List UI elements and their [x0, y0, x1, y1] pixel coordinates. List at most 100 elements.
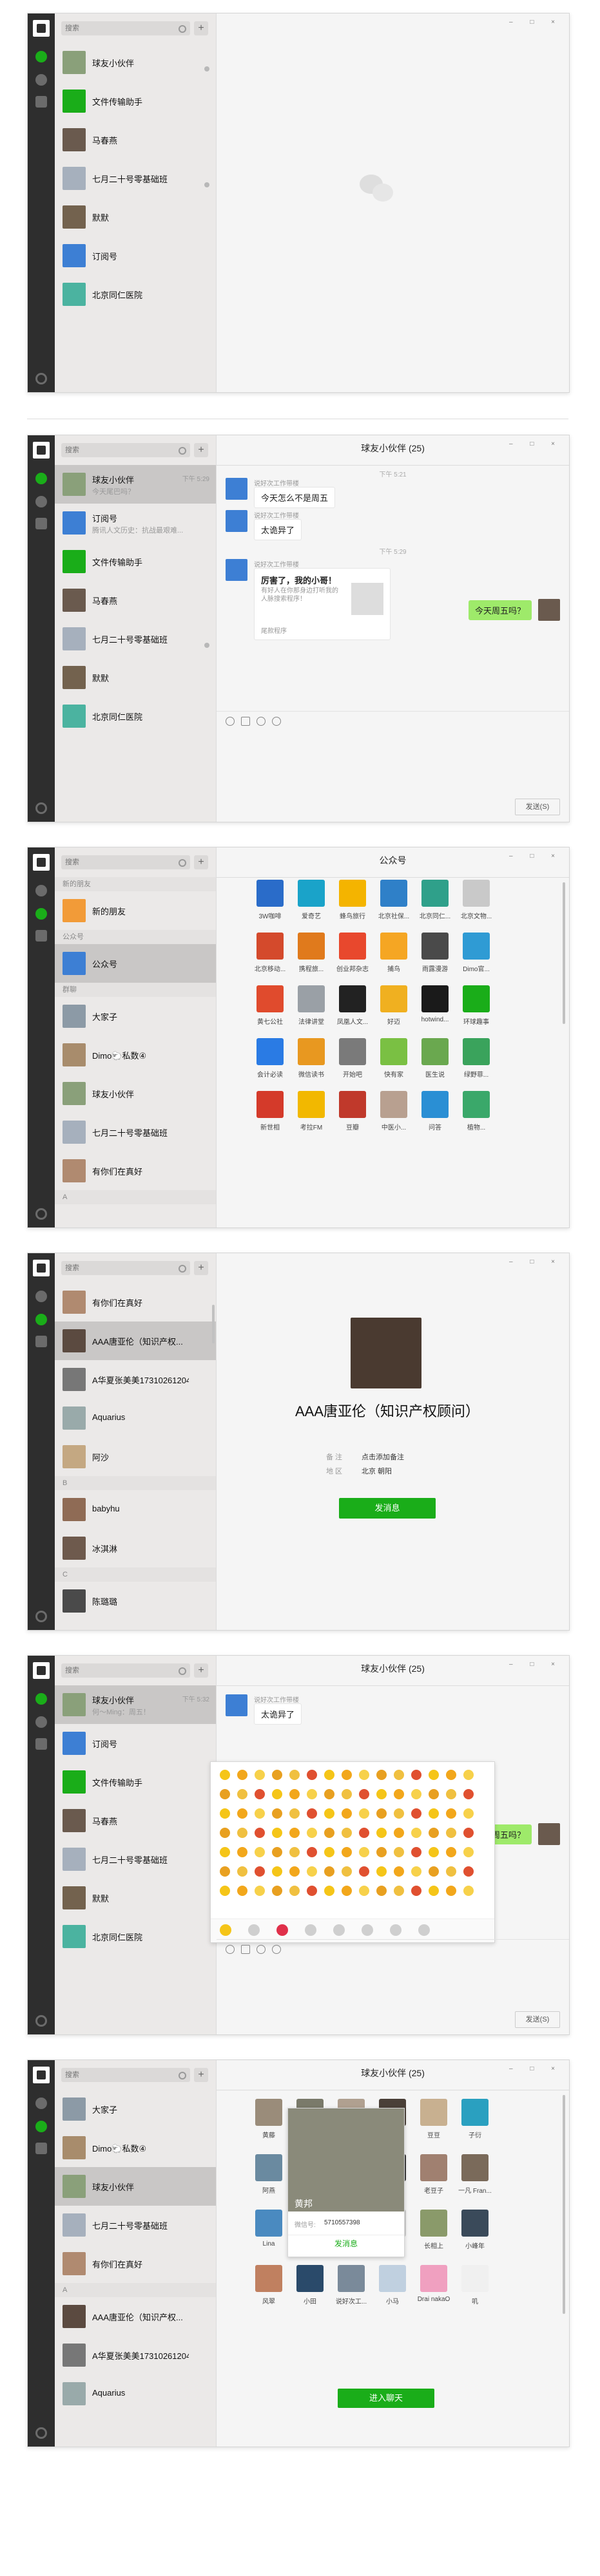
list-item[interactable]: 马春燕 [55, 1801, 216, 1840]
emoji-icon[interactable] [446, 1770, 456, 1780]
my-message-bubble[interactable]: 今天周五吗？ [468, 600, 532, 620]
emoji-tab-icon[interactable] [390, 1924, 402, 1936]
emoji-tab-icon[interactable] [333, 1924, 345, 1936]
emoji-icon[interactable] [429, 1886, 439, 1896]
list-item[interactable]: 大家子 [55, 2090, 216, 2128]
list-item[interactable]: Aquarius [55, 2374, 216, 2413]
emoji-icon[interactable] [272, 1789, 282, 1799]
account-item[interactable]: 植物... [456, 1091, 495, 1142]
emoji-icon[interactable] [289, 1886, 300, 1896]
favorites-icon[interactable] [35, 96, 47, 108]
account-item[interactable]: 黄七公社 [250, 985, 289, 1037]
emoji-icon[interactable] [289, 1847, 300, 1857]
emoji-icon[interactable] [463, 1866, 474, 1877]
message-bubble[interactable]: 太诡异了 [254, 1703, 302, 1725]
emoji-icon[interactable] [376, 1886, 387, 1896]
scrollbar[interactable] [563, 882, 565, 1024]
contacts-icon[interactable] [35, 74, 47, 86]
member-item[interactable]: 老豆子 [414, 2154, 452, 2206]
account-item[interactable]: 好迈 [374, 985, 412, 1037]
emoji-icon[interactable] [376, 1866, 387, 1877]
member-item[interactable]: 风翠 [249, 2265, 287, 2316]
settings-icon[interactable] [35, 2015, 47, 2027]
emoji-icon[interactable] [237, 1886, 247, 1896]
account-item[interactable]: 快有家 [374, 1038, 412, 1090]
window-controls[interactable]: – □ × [509, 440, 563, 448]
list-item[interactable]: Dimo🐑私数④ [55, 2128, 216, 2167]
emoji-icon[interactable] [307, 1770, 317, 1780]
settings-icon[interactable] [35, 1611, 47, 1622]
member-item[interactable]: 豆豆 [414, 2099, 452, 2150]
emoji-icon[interactable] [255, 1808, 265, 1819]
emoji-icon[interactable] [226, 717, 235, 726]
emoji-icon[interactable] [446, 1886, 456, 1896]
emoji-icon[interactable] [220, 1828, 230, 1838]
list-item[interactable]: 马春燕 [55, 120, 216, 159]
my-avatar[interactable] [538, 1823, 560, 1845]
favorites-icon[interactable] [35, 2143, 47, 2154]
emoji-icon[interactable] [411, 1770, 421, 1780]
list-item[interactable]: 阿沙 [55, 1437, 216, 1476]
emoji-icon[interactable] [446, 1866, 456, 1877]
account-item[interactable]: 考拉FM [291, 1091, 330, 1142]
contacts-icon[interactable] [35, 1314, 47, 1325]
account-item[interactable]: 中医小... [374, 1091, 412, 1142]
add-button[interactable]: + [194, 855, 208, 869]
emoji-icon[interactable] [289, 1828, 300, 1838]
emoji-icon[interactable] [237, 1847, 247, 1857]
account-item[interactable]: 凤凰人文... [333, 985, 371, 1037]
emoji-icon[interactable] [342, 1770, 352, 1780]
emoji-icon[interactable] [255, 1770, 265, 1780]
emoji-icon[interactable] [307, 1828, 317, 1838]
member-item[interactable]: 说好次工... [331, 2265, 370, 2316]
emoji-icon[interactable] [359, 1866, 369, 1877]
emoji-tab-icon[interactable] [248, 1924, 260, 1936]
list-item[interactable]: 订阅号 腾讯人文历史：抗战最艰难... [55, 504, 216, 542]
emoji-icon[interactable] [324, 1808, 334, 1819]
search-input[interactable] [61, 1663, 172, 1678]
account-item[interactable]: 捕鸟 [374, 933, 412, 984]
account-item[interactable]: 3W咖啡 [250, 880, 289, 931]
message-input[interactable] [217, 732, 569, 796]
list-item[interactable]: Dimo🐑私数④ [55, 1036, 216, 1074]
emoji-icon[interactable] [376, 1770, 387, 1780]
emoji-icon[interactable] [359, 1808, 369, 1819]
search-box[interactable] [61, 1261, 190, 1275]
list-item[interactable]: AAA唐亚伦（知识产权... [55, 2297, 216, 2336]
list-item[interactable]: 七月二十号零基础班 [55, 159, 216, 198]
list-item[interactable]: A华夏张美美17310261204 [55, 1360, 216, 1399]
account-item[interactable]: 北京文物... [456, 880, 495, 931]
emoji-icon[interactable] [237, 1828, 247, 1838]
account-item[interactable]: 绿野菲... [456, 1038, 495, 1090]
emoji-icon[interactable] [394, 1808, 404, 1819]
send-message-button[interactable]: 发消息 [339, 1498, 436, 1519]
emoji-icon[interactable] [463, 1770, 474, 1780]
emoji-icon[interactable] [220, 1866, 230, 1877]
add-button[interactable]: + [194, 1261, 208, 1275]
list-item[interactable]: 七月二十号零基础班 [55, 2206, 216, 2244]
emoji-icon[interactable] [394, 1847, 404, 1857]
list-item[interactable]: babyhu [55, 1490, 216, 1529]
emoji-icon[interactable] [289, 1770, 300, 1780]
window-controls[interactable]: – □ × [509, 2065, 563, 2072]
user-avatar[interactable] [33, 2067, 50, 2083]
emoji-icon[interactable] [307, 1886, 317, 1896]
contacts-icon[interactable] [35, 908, 47, 920]
list-item[interactable]: 订阅号 [55, 236, 216, 275]
member-item[interactable]: 黄藤 [249, 2099, 287, 2150]
member-item[interactable]: 一凡 Fran... [455, 2154, 494, 2206]
emoji-icon[interactable] [255, 1847, 265, 1857]
message-bubble[interactable]: 今天怎么不是周五 [254, 487, 336, 508]
emoji-icon[interactable] [446, 1789, 456, 1799]
member-item[interactable]: 子衍 [455, 2099, 494, 2150]
list-item[interactable]: AAA唐亚伦（知识产权... [55, 1321, 216, 1360]
remark-value[interactable]: 点击添加备注 [362, 1452, 404, 1462]
account-item[interactable]: 北京同仁... [415, 880, 454, 931]
member-item[interactable]: 小田 [290, 2265, 329, 2316]
search-box[interactable] [61, 21, 190, 35]
folder-icon[interactable] [241, 717, 250, 726]
list-item[interactable]: 文件传输助手 [55, 82, 216, 120]
member-item[interactable]: 阿燕 [249, 2154, 287, 2206]
account-item[interactable]: hotwind... [415, 985, 454, 1037]
emoji-icon[interactable] [220, 1808, 230, 1819]
